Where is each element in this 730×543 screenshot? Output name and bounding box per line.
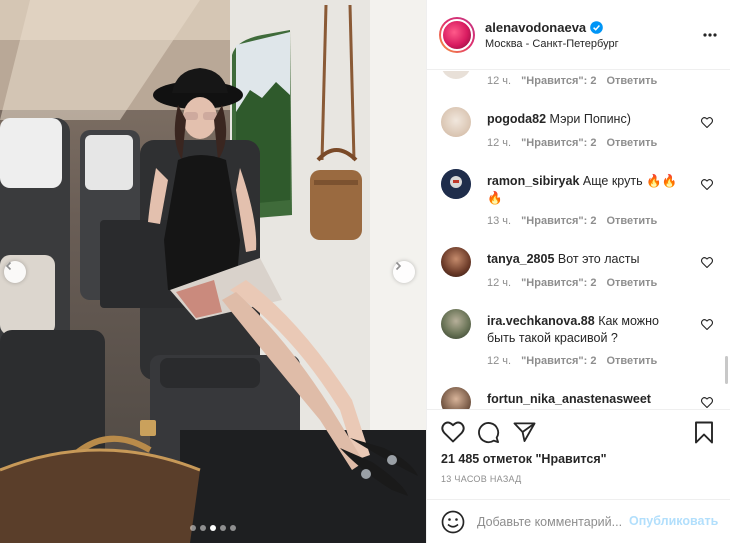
post-side-panel: alenavodonaeva Москва - Санкт-Петербург …: [426, 0, 730, 543]
comment-time[interactable]: 13 ч.: [487, 215, 511, 227]
comments-list[interactable]: 12 ч. "Нравится": 2 Ответить pogoda82 Мэ…: [427, 71, 730, 409]
save-button[interactable]: [694, 421, 714, 447]
heart-icon: [700, 397, 714, 409]
emoji-icon: [441, 510, 465, 534]
comment-text: Вот это ласты: [557, 252, 640, 266]
comment-avatar[interactable]: [441, 387, 471, 409]
comment-body: ramon_sibiryak Аще круть 🔥🔥🔥: [487, 173, 683, 207]
carousel-next-button[interactable]: [393, 261, 415, 283]
post-actions: 21 485 отметок "Нравится" 13 ЧАСОВ НАЗАД: [427, 409, 730, 499]
comment-icon: [478, 422, 500, 444]
likes-count[interactable]: 21 485 отметок "Нравится": [441, 452, 607, 466]
post-location[interactable]: Москва - Санкт-Петербург: [485, 38, 619, 50]
comment-like-button[interactable]: [700, 117, 714, 131]
carousel-dot: [190, 525, 196, 531]
heart-icon: [700, 117, 714, 129]
reply-button[interactable]: Ответить: [606, 215, 657, 227]
comment-likes[interactable]: "Нравится": 2: [521, 355, 596, 367]
comment-text: Мэри Попинс): [549, 112, 631, 126]
comment-like-button[interactable]: [700, 179, 714, 193]
comments-scrollbar[interactable]: [725, 356, 728, 384]
comment-body: fortun_nika_anastenasweet: [487, 391, 683, 408]
chevron-left-icon: [5, 261, 12, 271]
reply-button[interactable]: Ответить: [606, 137, 657, 149]
comment-username[interactable]: fortun_nika_anastenasweet: [487, 392, 651, 406]
comment-body: ira.vechkanova.88 Как можно быть такой к…: [487, 313, 683, 347]
comment-username[interactable]: ira.vechkanova.88: [487, 314, 595, 328]
carousel-dot: [200, 525, 206, 531]
carousel-dot: [230, 525, 236, 531]
comment-likes[interactable]: "Нравится": 2: [521, 215, 596, 227]
comment-avatar[interactable]: [441, 247, 471, 277]
post-timestamp[interactable]: 13 ЧАСОВ НАЗАД: [441, 474, 522, 484]
comment-avatar[interactable]: [441, 107, 471, 137]
comment-button[interactable]: [477, 421, 500, 447]
publish-button[interactable]: Опубликовать: [629, 514, 718, 528]
photo-illustration: [0, 0, 426, 543]
heart-icon: [700, 257, 714, 269]
verified-badge-icon: [590, 20, 603, 34]
author-username[interactable]: alenavodonaeva: [485, 20, 586, 35]
comment-meta: 12 ч. "Нравится": 2 Ответить: [487, 75, 657, 87]
author-avatar[interactable]: [439, 16, 475, 53]
comment-username[interactable]: pogoda82: [487, 112, 546, 126]
comment-body: tanya_2805 Вот это ласты: [487, 251, 683, 268]
comment-username[interactable]: tanya_2805: [487, 252, 554, 266]
heart-icon: [441, 421, 465, 443]
comment-avatar[interactable]: [441, 309, 471, 339]
reply-button[interactable]: Ответить: [606, 75, 657, 87]
emoji-button[interactable]: [441, 510, 465, 537]
comment-avatar[interactable]: [441, 71, 471, 79]
reply-button[interactable]: Ответить: [606, 355, 657, 367]
comment-time[interactable]: 12 ч.: [487, 75, 511, 87]
carousel-indicator: [0, 525, 426, 531]
comment-avatar[interactable]: [441, 169, 471, 199]
share-button[interactable]: [513, 421, 536, 446]
post-photo[interactable]: [0, 0, 426, 543]
comment-meta: 12 ч. "Нравится": 2 Ответить: [487, 355, 657, 367]
comment-likes[interactable]: "Нравится": 2: [521, 277, 596, 289]
comment-meta: 12 ч. "Нравится": 2 Ответить: [487, 277, 657, 289]
avatar-image: [441, 169, 471, 199]
heart-icon: [700, 179, 714, 191]
comment-username[interactable]: ramon_sibiryak: [487, 174, 579, 188]
comment-input[interactable]: [477, 512, 625, 532]
more-options-icon: [703, 33, 717, 37]
like-button[interactable]: [441, 421, 465, 446]
comment-meta: 12 ч. "Нравится": 2 Ответить: [487, 137, 657, 149]
reply-button[interactable]: Ответить: [606, 277, 657, 289]
comment-like-button[interactable]: [700, 319, 714, 333]
carousel-dot: [210, 525, 216, 531]
chevron-right-icon: [395, 261, 402, 271]
comment-likes[interactable]: "Нравится": 2: [521, 137, 596, 149]
carousel-dot: [220, 525, 226, 531]
carousel-prev-button[interactable]: [4, 261, 26, 283]
heart-icon: [700, 319, 714, 331]
share-icon: [513, 422, 536, 443]
comment-body: pogoda82 Мэри Попинс): [487, 111, 683, 128]
comment-like-button[interactable]: [700, 257, 714, 271]
comment-time[interactable]: 12 ч.: [487, 277, 511, 289]
more-options-button[interactable]: [703, 26, 717, 40]
comment-time[interactable]: 12 ч.: [487, 137, 511, 149]
comment-like-button[interactable]: [700, 397, 714, 409]
comment-likes[interactable]: "Нравится": 2: [521, 75, 596, 87]
comment-time[interactable]: 12 ч.: [487, 355, 511, 367]
post-header: alenavodonaeva Москва - Санкт-Петербург: [427, 0, 730, 70]
comment-meta: 13 ч. "Нравится": 2 Ответить: [487, 215, 657, 227]
bookmark-icon: [695, 421, 713, 444]
add-comment-bar: Опубликовать: [427, 499, 730, 543]
